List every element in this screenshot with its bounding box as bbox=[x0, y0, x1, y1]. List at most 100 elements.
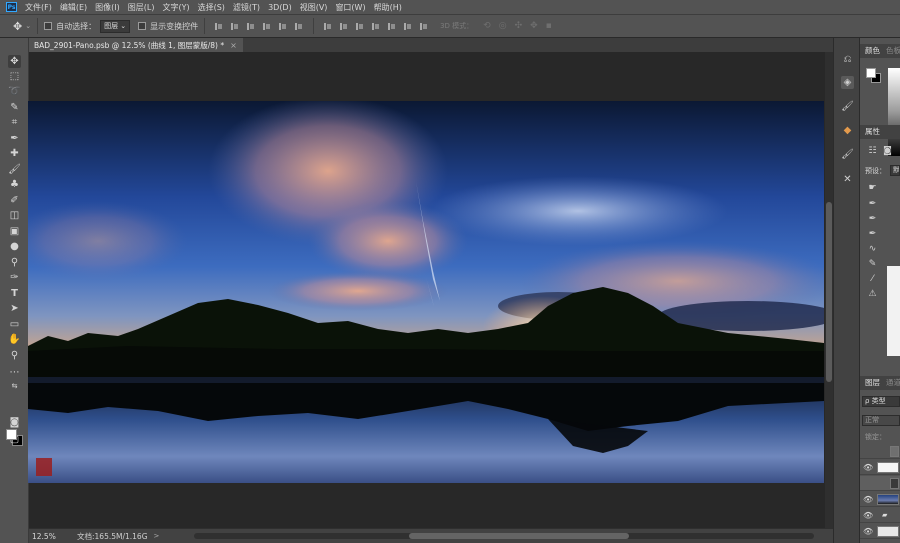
brush-tool-icon[interactable]: 🖌 bbox=[8, 163, 21, 176]
black-point-eyedropper-icon[interactable]: ✒ bbox=[867, 199, 878, 210]
clone-stamp-tool-icon[interactable]: ♣ bbox=[8, 178, 21, 191]
horizontal-scrollbar-thumb[interactable] bbox=[409, 533, 629, 539]
zoom-level-field[interactable]: 12.5% bbox=[32, 532, 72, 541]
distribute-top-icon[interactable] bbox=[324, 22, 332, 31]
healing-brush-tool-icon[interactable]: ✚ bbox=[8, 147, 21, 160]
eye-icon[interactable]: 👁 bbox=[863, 495, 873, 504]
blur-tool-icon[interactable]: ● bbox=[8, 240, 21, 253]
panorama-image[interactable] bbox=[28, 101, 824, 483]
tab-channels[interactable]: 通道 bbox=[886, 378, 900, 387]
layer-row[interactable] bbox=[860, 444, 900, 459]
show-transform-checkbox[interactable] bbox=[138, 22, 147, 30]
layers-panel-tab[interactable]: 图层 通道 bbox=[860, 376, 900, 390]
lasso-tool-icon[interactable]: ➰ bbox=[8, 85, 21, 98]
history-brush-tool-icon[interactable]: ✐ bbox=[8, 194, 21, 207]
vertical-scrollbar[interactable] bbox=[825, 52, 833, 528]
navigator-panel-icon[interactable]: ◈ bbox=[841, 76, 854, 89]
layer-mask-icon[interactable]: ◙ bbox=[882, 146, 893, 157]
color-picker-ramp[interactable] bbox=[888, 68, 900, 156]
layer-row-selected[interactable] bbox=[860, 476, 900, 491]
path-selection-tool-icon[interactable]: ➤ bbox=[8, 302, 21, 315]
layer-group-row[interactable]: 👁 ▰ bbox=[860, 508, 900, 523]
tab-properties[interactable]: 属性 bbox=[865, 127, 880, 136]
align-horizontal-center-icon[interactable] bbox=[279, 22, 287, 31]
menu-edit[interactable]: 编辑(E) bbox=[60, 2, 87, 13]
menu-help[interactable]: 帮助(H) bbox=[374, 2, 402, 13]
menu-view[interactable]: 视图(V) bbox=[300, 2, 328, 13]
tab-color[interactable]: 颜色 bbox=[865, 46, 880, 55]
vertical-scrollbar-thumb[interactable] bbox=[826, 202, 832, 382]
menu-file[interactable]: 文件(F) bbox=[25, 2, 52, 13]
layer-row[interactable]: 👁 bbox=[860, 460, 900, 475]
hand-tool-icon[interactable]: ✋ bbox=[8, 333, 21, 346]
curves-histogram[interactable] bbox=[887, 266, 900, 356]
distribute-right-icon[interactable] bbox=[404, 22, 412, 31]
menu-3d[interactable]: 3D(D) bbox=[268, 3, 292, 12]
align-right-icon[interactable] bbox=[295, 22, 303, 31]
auto-select-checkbox[interactable] bbox=[44, 22, 53, 30]
document-tab[interactable]: BAD_2901-Pano.psb @ 12.5% (曲线 1, 图层蒙版/8)… bbox=[29, 38, 243, 52]
pen-tool-icon[interactable]: ✑ bbox=[8, 271, 21, 284]
eyedropper-tool-icon[interactable]: ✒ bbox=[8, 132, 21, 145]
tab-swatches[interactable]: 色板 bbox=[886, 46, 900, 55]
gradient-tool-icon[interactable]: ▣ bbox=[8, 225, 21, 238]
move-tool-icon[interactable]: ✥ bbox=[13, 20, 22, 33]
layer-row[interactable]: 👁 bbox=[860, 524, 900, 539]
properties-panel-tab[interactable]: 属性 bbox=[860, 125, 900, 139]
dodge-tool-icon[interactable]: ⚲ bbox=[8, 256, 21, 269]
crop-tool-icon[interactable]: ⌗ bbox=[8, 116, 21, 129]
white-point-eyedropper-icon[interactable]: ✒ bbox=[867, 229, 878, 240]
history-panel-icon[interactable]: ⎌ bbox=[841, 53, 854, 66]
curve-edit-icon[interactable]: ∿ bbox=[867, 244, 878, 255]
distribute-horizontal-center-icon[interactable] bbox=[388, 22, 396, 31]
align-top-icon[interactable] bbox=[215, 22, 223, 31]
eye-icon[interactable]: 👁 bbox=[863, 463, 873, 472]
adjustment-curves-icon[interactable]: ☷ bbox=[867, 146, 878, 157]
align-vertical-center-icon[interactable] bbox=[231, 22, 239, 31]
more-tools-icon[interactable]: ⋯ bbox=[8, 366, 21, 379]
gray-point-eyedropper-icon[interactable]: ✒ bbox=[867, 214, 878, 225]
eraser-tool-icon[interactable]: ◫ bbox=[8, 209, 21, 222]
hand-adjust-icon[interactable]: ☛ bbox=[867, 183, 878, 194]
close-icon[interactable]: × bbox=[230, 41, 237, 50]
eye-icon[interactable]: 👁 bbox=[863, 511, 873, 520]
zoom-tool-icon[interactable]: ⚲ bbox=[8, 349, 21, 362]
foreground-color-swatch[interactable] bbox=[6, 429, 17, 440]
menu-select[interactable]: 选择(S) bbox=[198, 2, 225, 13]
blend-mode-dropdown[interactable]: 正常 bbox=[862, 415, 900, 426]
marquee-tool-icon[interactable]: ⬚ bbox=[8, 70, 21, 83]
color-panel-tab[interactable]: 颜色 色板 bbox=[860, 44, 900, 58]
clone-source-icon[interactable]: 🖌 bbox=[841, 148, 854, 161]
menu-window[interactable]: 窗口(W) bbox=[335, 2, 365, 13]
menu-filter[interactable]: 滤镜(T) bbox=[233, 2, 260, 13]
eye-icon[interactable]: 👁 bbox=[863, 527, 873, 536]
tools-panel-icon[interactable]: ✕ bbox=[841, 173, 854, 186]
auto-align-icon[interactable] bbox=[420, 22, 428, 31]
foreground-color-swatch[interactable] bbox=[866, 68, 876, 78]
swatches-panel-icon[interactable]: ◆ bbox=[841, 124, 854, 137]
auto-select-target-dropdown[interactable]: 图层 ⌄ bbox=[100, 19, 131, 33]
smooth-curve-icon[interactable]: ⁄ bbox=[867, 274, 878, 285]
tab-layers[interactable]: 图层 bbox=[865, 378, 880, 387]
tool-preset-chevron-icon[interactable]: ⌄ bbox=[25, 22, 31, 30]
distribute-bottom-icon[interactable] bbox=[356, 22, 364, 31]
preset-dropdown[interactable]: 默认 bbox=[890, 165, 900, 176]
swap-colors-icon[interactable]: ⇆ bbox=[8, 380, 21, 393]
horizontal-scrollbar[interactable] bbox=[194, 533, 814, 539]
menu-image[interactable]: 图像(I) bbox=[95, 2, 120, 13]
quick-mask-icon[interactable]: ◙ bbox=[8, 416, 21, 429]
rectangle-tool-icon[interactable]: ▭ bbox=[8, 318, 21, 331]
type-tool-icon[interactable]: T bbox=[8, 287, 21, 300]
pencil-curve-icon[interactable]: ✎ bbox=[867, 259, 878, 270]
align-left-icon[interactable] bbox=[263, 22, 271, 31]
distribute-left-icon[interactable] bbox=[372, 22, 380, 31]
brush-settings-icon[interactable]: 🖌 bbox=[841, 100, 854, 113]
clipping-warning-icon[interactable]: ⚠ bbox=[867, 289, 878, 300]
layer-row[interactable]: 👁 bbox=[860, 492, 900, 507]
move-tool-icon[interactable]: ✥ bbox=[8, 55, 21, 68]
menu-type[interactable]: 文字(Y) bbox=[162, 2, 189, 13]
align-bottom-icon[interactable] bbox=[247, 22, 255, 31]
color-panel-swatches[interactable] bbox=[866, 68, 886, 84]
quick-selection-tool-icon[interactable]: ✎ bbox=[8, 101, 21, 114]
layer-filter-kind-dropdown[interactable]: ρ 类型 bbox=[862, 396, 900, 407]
